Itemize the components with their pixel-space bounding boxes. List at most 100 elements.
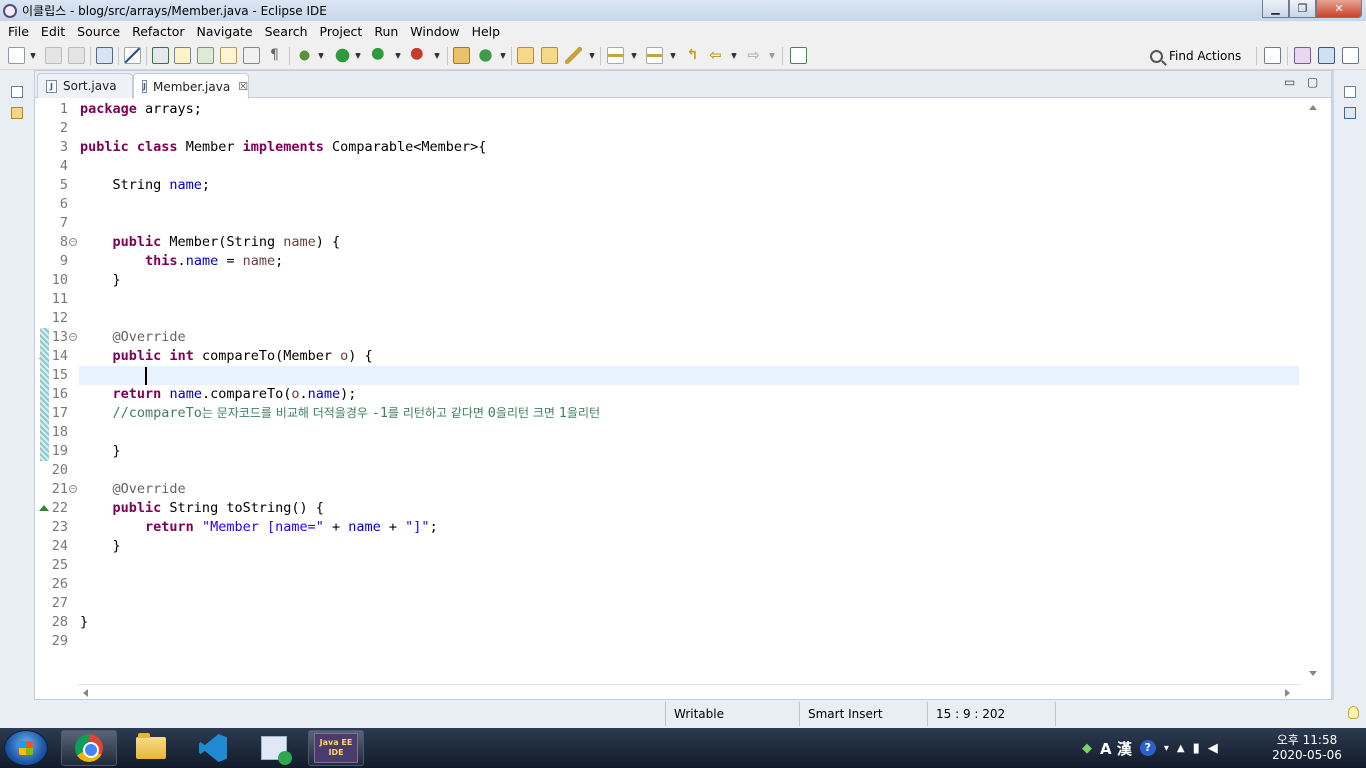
ime-language-indicator[interactable]: A 漢 <box>1100 738 1132 759</box>
forward-dropdown-icon[interactable] <box>769 53 775 59</box>
external-tools-dropdown-icon[interactable] <box>434 53 440 59</box>
menu-window[interactable]: Window <box>404 21 465 42</box>
taskbar-vscode[interactable] <box>185 730 241 766</box>
previous-annotation-dropdown-icon[interactable] <box>670 53 676 59</box>
web-perspective-icon[interactable] <box>1342 47 1359 64</box>
code-line[interactable]: public String toString() { <box>80 499 324 518</box>
show-whitespace-icon[interactable] <box>243 47 260 64</box>
terminal-icon[interactable] <box>96 47 113 64</box>
eclipse-app-icon[interactable] <box>3 3 17 18</box>
open-task-icon[interactable] <box>541 47 558 64</box>
code-line[interactable]: } <box>80 442 121 461</box>
close-button[interactable]: ✕ <box>1316 0 1362 18</box>
fold-collapse-icon[interactable]: − <box>69 485 77 493</box>
code-line[interactable]: public class Member implements Comparabl… <box>80 138 486 157</box>
search-pencil-icon[interactable] <box>565 47 582 64</box>
new-dropdown-icon[interactable] <box>30 53 36 59</box>
debug-dropdown-icon[interactable] <box>318 53 324 59</box>
lightbulb-icon[interactable] <box>1348 706 1359 719</box>
menu-navigate[interactable]: Navigate <box>191 21 259 42</box>
code-line[interactable]: return "Member [name=" + name + "]"; <box>80 518 438 537</box>
override-marker-icon[interactable] <box>39 505 49 511</box>
java-perspective-icon[interactable] <box>1318 47 1335 64</box>
minimize-editor-button[interactable]: ▭ <box>1284 75 1295 89</box>
new-java-package-icon[interactable] <box>453 47 470 64</box>
maximize-button[interactable]: ❐ <box>1289 0 1316 18</box>
save-all-icon[interactable] <box>68 47 85 64</box>
code-line[interactable]: //compareTo는 문자코드를 비교해 더적을경우 -1를 리턴하고 같다… <box>80 404 601 423</box>
code-line[interactable]: String name; <box>80 176 211 195</box>
search-dropdown-icon[interactable] <box>589 53 595 59</box>
menu-project[interactable]: Project <box>314 21 369 42</box>
new-class-dropdown-icon[interactable] <box>500 53 506 59</box>
code-line[interactable]: } <box>80 537 121 556</box>
next-annotation-icon[interactable] <box>607 47 624 64</box>
debug-icon[interactable] <box>296 47 313 64</box>
menu-source[interactable]: Source <box>71 21 126 42</box>
tab-sort-java[interactable]: J Sort.java <box>37 73 133 98</box>
java-ee-perspective-icon[interactable] <box>1294 47 1311 64</box>
back-arrow-icon[interactable]: ⇦ <box>707 47 724 64</box>
vertical-scrollbar[interactable] <box>1301 99 1329 684</box>
code-line[interactable]: @Override <box>80 328 186 347</box>
volume-muted-icon[interactable]: ◀ <box>1208 741 1218 756</box>
fold-collapse-icon[interactable]: − <box>69 238 77 246</box>
menu-file[interactable]: File <box>2 21 35 42</box>
restore-view-icon[interactable] <box>11 86 23 98</box>
window-title-bar[interactable]: 이클립스 - blog/src/arrays/Member.java - Ecl… <box>0 0 1366 21</box>
fold-collapse-icon[interactable]: − <box>69 333 77 341</box>
code-line[interactable]: return name.compareTo(o.name); <box>80 385 357 404</box>
code-line[interactable]: @Override <box>80 480 186 499</box>
menu-run[interactable]: Run <box>368 21 404 42</box>
coverage-dropdown-icon[interactable] <box>395 53 401 59</box>
close-tab-icon[interactable]: ☒ <box>238 80 248 93</box>
taskbar-file-explorer[interactable] <box>123 730 179 766</box>
run-dropdown-icon[interactable] <box>355 53 361 59</box>
code-line[interactable]: } <box>80 613 88 632</box>
start-button[interactable] <box>4 730 48 766</box>
code-line[interactable]: public int compareTo(Member o) { <box>80 347 373 366</box>
menu-search[interactable]: Search <box>259 21 314 42</box>
external-tools-icon[interactable] <box>410 47 427 64</box>
status-cursor-position[interactable]: 15 : 9 : 202 <box>927 702 1055 726</box>
open-perspective-icon[interactable] <box>1264 47 1281 64</box>
find-actions-button[interactable]: Find Actions <box>1150 46 1241 66</box>
open-type-icon[interactable] <box>152 47 169 64</box>
code-text-area[interactable]: package arrays; public class Member imple… <box>77 99 1299 684</box>
pin-editor-icon[interactable] <box>790 47 807 64</box>
status-insert-mode[interactable]: Smart Insert <box>799 702 925 726</box>
last-edit-location-icon[interactable]: ↰ <box>684 47 701 64</box>
ime-options-icon[interactable]: ▾ <box>1164 743 1169 754</box>
quick-diff-change-bar[interactable] <box>40 328 49 461</box>
run-icon[interactable] <box>334 47 351 64</box>
horizontal-scrollbar[interactable] <box>77 684 1301 700</box>
menu-edit[interactable]: Edit <box>35 21 71 42</box>
restore-view-icon[interactable] <box>1344 86 1356 98</box>
menu-help[interactable]: Help <box>466 21 507 42</box>
pilcrow-icon[interactable]: ¶ <box>266 47 283 64</box>
open-folder-icon[interactable] <box>517 47 534 64</box>
taskbar-media-app[interactable] <box>246 730 302 766</box>
scroll-up-arrow-icon[interactable] <box>1309 105 1317 110</box>
outline-view-icon[interactable] <box>1344 107 1356 119</box>
back-dropdown-icon[interactable] <box>731 53 737 59</box>
package-explorer-icon[interactable] <box>11 107 23 119</box>
help-icon[interactable]: ? <box>1139 740 1156 756</box>
code-line[interactable]: } <box>80 271 121 290</box>
highlight-icon[interactable] <box>197 47 214 64</box>
tab-member-java[interactable]: J Member.java ☒ <box>133 73 249 99</box>
skip-breakpoints-icon[interactable] <box>124 47 141 64</box>
code-line[interactable]: package arrays; <box>80 100 202 119</box>
previous-annotation-icon[interactable] <box>646 47 663 64</box>
scroll-down-arrow-icon[interactable] <box>1309 671 1317 676</box>
taskbar-eclipse[interactable]: Java EE IDE <box>308 730 364 766</box>
taskbar-clock[interactable]: 오후 11:58 2020-05-06 <box>1262 733 1352 763</box>
show-hidden-icons-icon[interactable]: ▲ <box>1177 743 1185 754</box>
block-selection-icon[interactable] <box>220 47 237 64</box>
next-annotation-dropdown-icon[interactable] <box>631 53 637 59</box>
forward-arrow-icon[interactable]: ⇨ <box>745 47 762 64</box>
maximize-editor-button[interactable]: ▢ <box>1307 75 1318 89</box>
code-line[interactable]: this.name = name; <box>80 252 283 271</box>
toggle-mark-occurrences-icon[interactable] <box>174 47 191 64</box>
power-icon[interactable]: ▮ <box>1193 741 1200 756</box>
